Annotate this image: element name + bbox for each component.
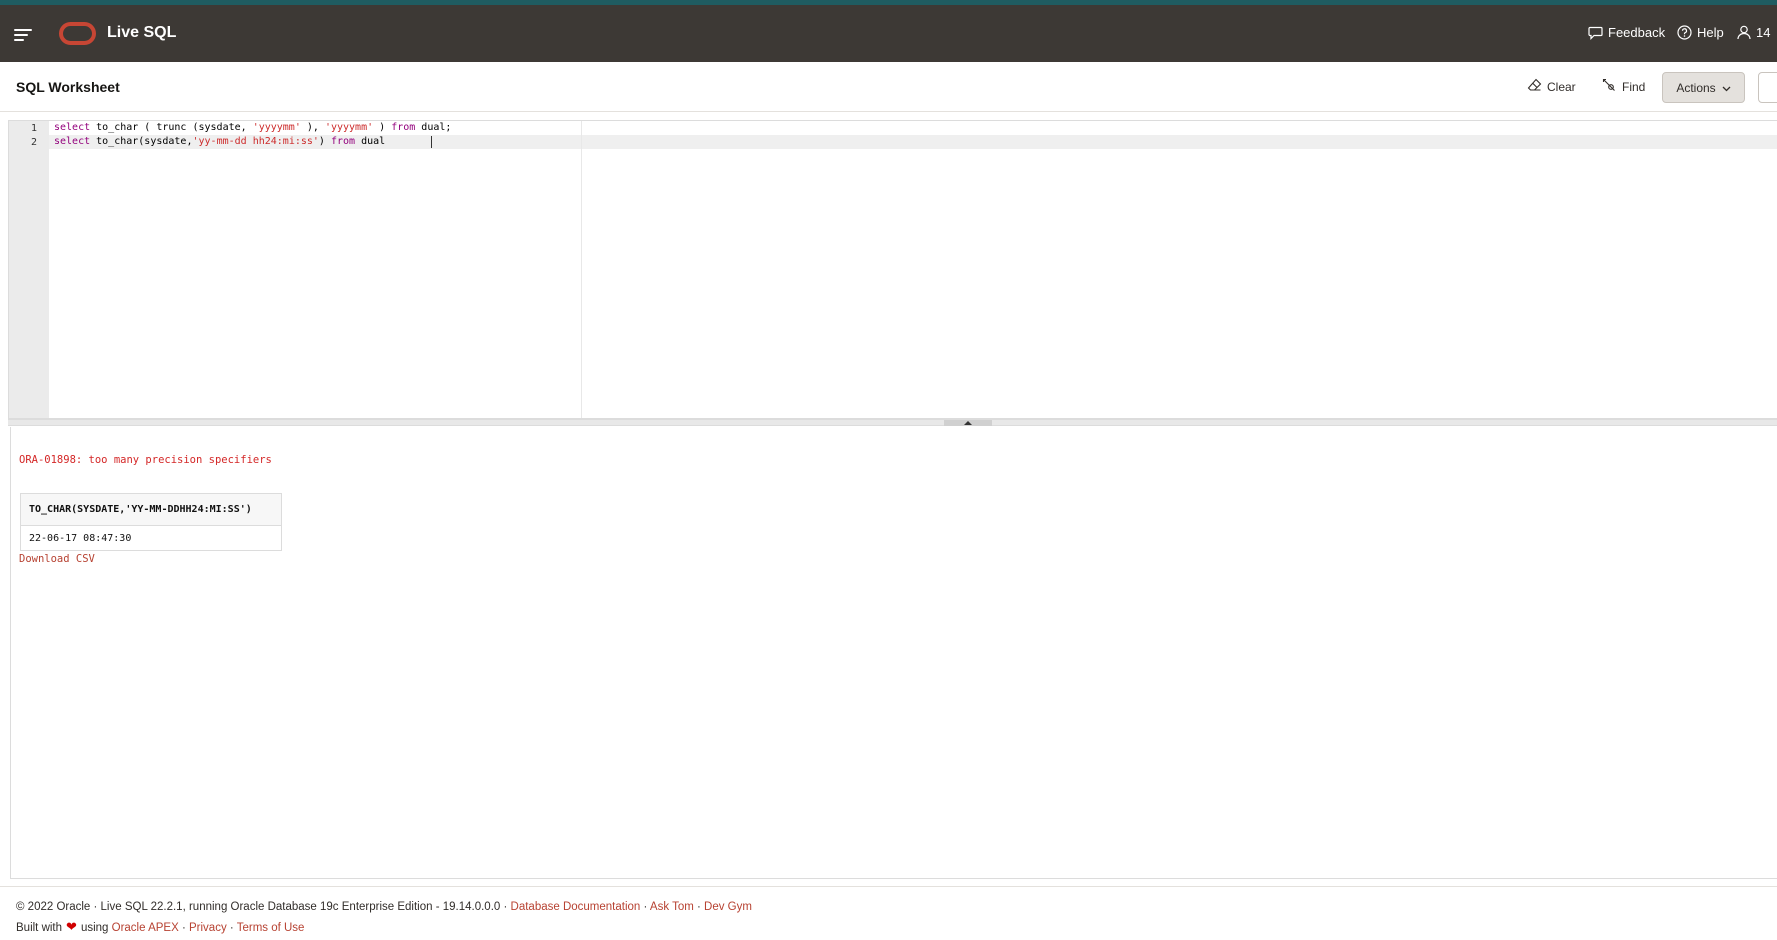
download-csv-link[interactable]: Download CSV bbox=[19, 553, 95, 565]
help-link[interactable]: Help bbox=[1677, 25, 1724, 40]
terms-of-use-link[interactable]: Terms of Use bbox=[237, 922, 305, 934]
find-label: Find bbox=[1622, 79, 1646, 94]
heart-icon: ❤ bbox=[66, 919, 77, 934]
oracle-logo[interactable] bbox=[59, 22, 96, 45]
clear-label: Clear bbox=[1547, 79, 1576, 94]
sql-text: dual bbox=[355, 136, 386, 147]
page-title: SQL Worksheet bbox=[16, 79, 120, 95]
footer-line-2: Built with ❤ using Oracle APEX · Privacy ·… bbox=[16, 919, 304, 935]
line-number: 1 bbox=[30, 123, 37, 134]
line-number: 2 bbox=[30, 137, 37, 148]
code-line-2[interactable]: select to_char(sysdate,'yy-mm-dd hh24:mi… bbox=[54, 135, 385, 149]
chevron-down-icon bbox=[1722, 81, 1731, 95]
pane-splitter[interactable] bbox=[8, 419, 1777, 426]
table-row: 22-06-17 08:47:30 bbox=[21, 526, 282, 551]
sql-keyword: select bbox=[54, 122, 91, 133]
actions-label: Actions bbox=[1676, 80, 1716, 95]
find-button[interactable]: Find bbox=[1602, 78, 1645, 95]
footer-line-1: © 2022 Oracle · Live SQL 22.2.1, running… bbox=[16, 901, 752, 913]
copyright-text: © 2022 Oracle · Live SQL 22.2.1, running… bbox=[16, 901, 508, 913]
column-header: TO_CHAR(SYSDATE,'YY-MM-DDHH24:MI:SS') bbox=[20, 493, 282, 526]
oracle-apex-link[interactable]: Oracle APEX bbox=[112, 922, 179, 934]
error-message: ORA-01898: too many precision specifiers bbox=[19, 454, 272, 466]
collapse-handle[interactable] bbox=[944, 420, 992, 426]
sql-text: ), bbox=[300, 122, 325, 133]
sql-keyword: from bbox=[391, 122, 416, 133]
print-margin bbox=[581, 121, 582, 418]
sql-text: to_char(sysdate, bbox=[90, 136, 193, 147]
sql-text: dual; bbox=[415, 122, 452, 133]
actions-button[interactable]: Actions bbox=[1662, 72, 1745, 103]
sql-editor[interactable]: 1 2 select to_char ( trunc (sysdate, 'yy… bbox=[8, 120, 1777, 419]
database-docs-link[interactable]: Database Documentation bbox=[511, 901, 641, 913]
privacy-link[interactable]: Privacy bbox=[189, 922, 227, 934]
line-gutter: 1 2 bbox=[9, 121, 49, 418]
separator: · bbox=[226, 922, 237, 934]
worksheet-toolbar: SQL Worksheet Clear Find Actions bbox=[0, 62, 1777, 112]
sql-keyword: from bbox=[330, 136, 356, 147]
page-footer: © 2022 Oracle · Live SQL 22.2.1, running… bbox=[0, 886, 1777, 940]
results-table: TO_CHAR(SYSDATE,'YY-MM-DDHH24:MI:SS') 22… bbox=[20, 493, 282, 551]
table-cell: 22-06-17 08:47:30 bbox=[29, 532, 132, 544]
sql-text: ) bbox=[318, 136, 331, 147]
user-icon bbox=[1737, 25, 1751, 40]
feedback-link[interactable]: Feedback bbox=[1588, 25, 1665, 40]
table-header-row: TO_CHAR(SYSDATE,'YY-MM-DDHH24:MI:SS') bbox=[20, 493, 282, 526]
results-pane: ORA-01898: too many precision specifiers… bbox=[10, 427, 1777, 879]
sql-keyword: select bbox=[54, 136, 91, 147]
feedback-icon bbox=[1588, 26, 1603, 40]
sql-string: 'yyyymm' bbox=[252, 122, 301, 133]
app-header: Live SQL Feedback Help 14 bbox=[0, 5, 1777, 62]
separator: · bbox=[178, 922, 189, 934]
run-button[interactable] bbox=[1758, 72, 1777, 103]
user-menu[interactable]: 14 bbox=[1737, 25, 1770, 40]
sql-string: 'yy-mm-dd hh24:mi:ss' bbox=[192, 136, 319, 147]
eraser-icon bbox=[1527, 78, 1542, 95]
sql-text: ) bbox=[373, 122, 392, 133]
built-with-text: Built with bbox=[16, 922, 63, 934]
user-label: 14 bbox=[1756, 25, 1771, 40]
using-text: using bbox=[80, 922, 109, 934]
dev-gym-link[interactable]: Dev Gym bbox=[704, 901, 752, 913]
feedback-label: Feedback bbox=[1608, 25, 1666, 40]
clear-button[interactable]: Clear bbox=[1527, 78, 1576, 95]
separator: · bbox=[640, 901, 650, 913]
app-title[interactable]: Live SQL bbox=[107, 24, 176, 42]
text-cursor bbox=[431, 136, 432, 148]
sql-text: to_char ( trunc (sysdate, bbox=[90, 122, 253, 133]
separator: · bbox=[693, 901, 705, 913]
hamburger-icon[interactable] bbox=[14, 27, 34, 43]
sql-string: 'yyyymm' bbox=[324, 122, 374, 133]
find-icon bbox=[1602, 78, 1617, 95]
code-line-1[interactable]: select to_char ( trunc (sysdate, 'yyyymm… bbox=[54, 121, 451, 135]
ask-tom-link[interactable]: Ask Tom bbox=[650, 901, 694, 913]
help-label: Help bbox=[1697, 25, 1724, 40]
help-icon bbox=[1677, 25, 1692, 40]
